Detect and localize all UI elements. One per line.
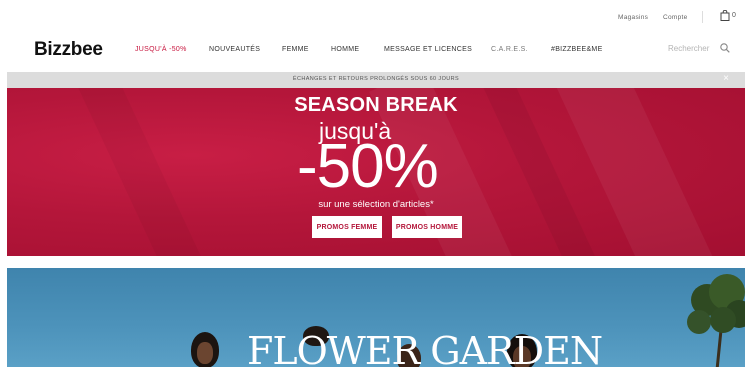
brand-logo[interactable]: Bizzbee <box>34 39 103 61</box>
announcement-text: ÉCHANGES ET RETOURS PROLONGÉS SOUS 60 JO… <box>292 76 460 82</box>
promos-men-button[interactable]: PROMOS HOMME <box>392 216 462 238</box>
cart-button[interactable]: 0 <box>720 10 736 21</box>
tree-image <box>687 274 745 367</box>
nav-item-new[interactable]: NOUVEAUTÉS <box>209 46 260 53</box>
search-input[interactable] <box>668 43 716 53</box>
nav-item-men[interactable]: HOMME <box>331 46 359 53</box>
utility-divider <box>702 11 703 23</box>
model-image <box>197 342 213 364</box>
nav-item-cares[interactable]: C.A.R.E.S. <box>491 46 528 53</box>
utility-bar: Magasins Compte 0 <box>0 0 752 34</box>
hero-banner[interactable]: SEASON BREAK jusqu'à -50% sur une sélect… <box>7 88 745 256</box>
flower-garden-banner[interactable]: FLOWER GARDEN <box>7 268 745 367</box>
stores-link[interactable]: Magasins <box>618 14 648 21</box>
banner-title: FLOWER GARDEN <box>247 329 603 367</box>
hero-discount: -50% <box>297 132 439 201</box>
account-link[interactable]: Compte <box>663 14 688 21</box>
promos-women-button[interactable]: PROMOS FEMME <box>312 216 382 238</box>
cart-count: 0 <box>732 12 736 19</box>
nav-item-women[interactable]: FEMME <box>282 46 309 53</box>
search-icon[interactable] <box>720 43 730 53</box>
main-nav: Bizzbee JUSQU'À -50% NOUVEAUTÉS FEMME HO… <box>0 34 752 68</box>
announcement-bar: ÉCHANGES ET RETOURS PROLONGÉS SOUS 60 JO… <box>7 72 745 88</box>
nav-item-licences[interactable]: MESSAGE ET LICENCES <box>384 46 472 53</box>
hero-subtitle: sur une sélection d'articles* <box>318 199 434 210</box>
close-icon[interactable]: × <box>723 74 729 84</box>
shopping-bag-icon <box>720 10 730 21</box>
nav-item-sale[interactable]: JUSQU'À -50% <box>135 46 187 53</box>
search-box[interactable] <box>668 43 730 53</box>
hero-title: SEASON BREAK <box>294 94 458 116</box>
nav-item-bizzbee-me[interactable]: #BIZZBEE&ME <box>551 46 603 53</box>
